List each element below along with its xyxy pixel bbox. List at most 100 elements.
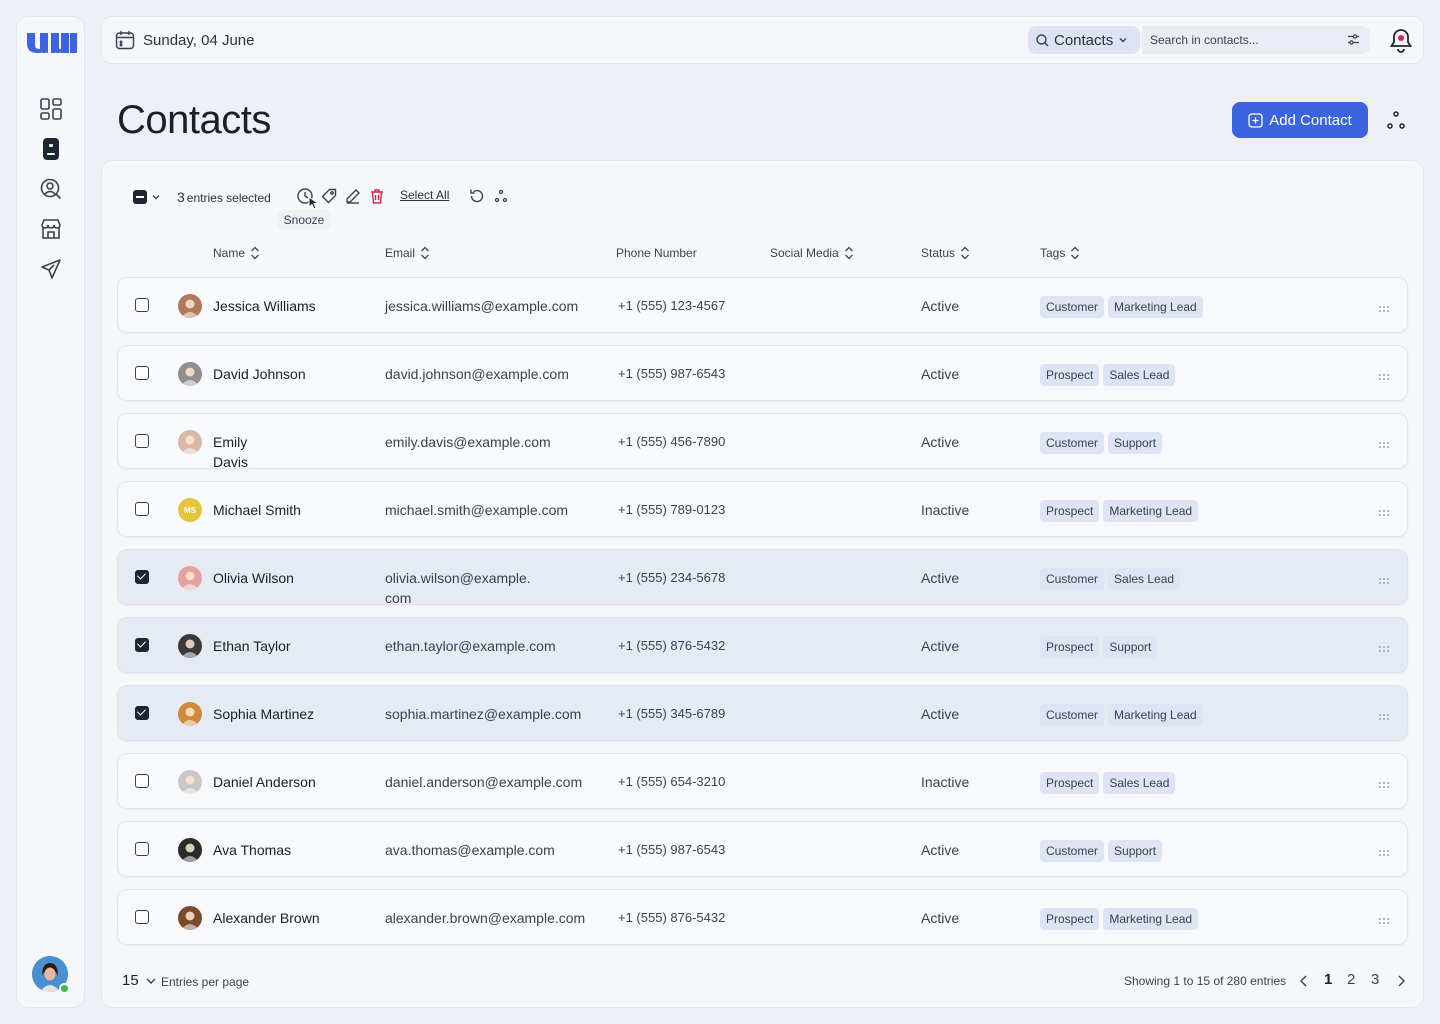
contact-avatar	[178, 566, 202, 590]
tag-chip[interactable]: Customer	[1040, 432, 1105, 454]
column-header-name[interactable]: Name	[213, 246, 260, 260]
row-checkbox[interactable]	[135, 910, 149, 924]
notification-bell-icon[interactable]	[1389, 28, 1413, 54]
tag-chip[interactable]: Sales Lead	[1108, 568, 1181, 590]
nav-send-icon[interactable]	[39, 257, 63, 281]
contact-row[interactable]: Olivia Wilson olivia.wilson@example. com +…	[117, 549, 1408, 606]
user-avatar[interactable]	[32, 956, 70, 994]
tag-chip[interactable]: Customer	[1040, 704, 1105, 726]
column-header-social-media[interactable]: Social Media	[770, 246, 854, 260]
search-scope-dropdown[interactable]: Contacts	[1028, 26, 1141, 54]
drag-handle-icon[interactable]	[1378, 436, 1390, 454]
tag-chip[interactable]: Support	[1108, 432, 1163, 454]
tag-chip[interactable]: Marketing Lead	[1103, 908, 1199, 930]
drag-handle-icon[interactable]	[1378, 640, 1390, 658]
sort-icon	[1071, 246, 1080, 260]
column-header-phone[interactable]: Phone Number	[616, 246, 697, 260]
sidebar	[16, 16, 85, 1008]
nav-contacts-icon[interactable]	[39, 137, 63, 161]
column-header-tags[interactable]: Tags	[1040, 246, 1080, 260]
brand-logo[interactable]	[25, 29, 78, 57]
row-checkbox[interactable]	[135, 366, 149, 380]
chevron-right-icon[interactable]	[1395, 974, 1407, 988]
refresh-icon	[470, 189, 484, 203]
page-1-button[interactable]: 1	[1324, 971, 1332, 988]
row-checkbox[interactable]	[135, 638, 149, 652]
more-actions-button[interactable]	[491, 186, 511, 206]
column-header-email[interactable]: Email	[385, 246, 430, 260]
tag-chip[interactable]: Prospect	[1040, 364, 1100, 386]
search-input[interactable]	[1142, 33, 1332, 47]
contact-row[interactable]: David Johnson david.johnson@example.com +1…	[117, 345, 1408, 401]
contact-row[interactable]: Ava Thomas ava.thomas@example.com +1 (555)…	[117, 821, 1408, 877]
contact-row[interactable]: Emily Davis emily.davis@example.com +1 (55…	[117, 413, 1408, 470]
tag-chip[interactable]: Marketing Lead	[1108, 704, 1203, 726]
tag-chip[interactable]: Customer	[1040, 296, 1105, 318]
row-checkbox[interactable]	[135, 842, 149, 856]
page-3-button[interactable]: 3	[1371, 971, 1379, 988]
contact-email: emily.davis@example.com	[385, 434, 551, 450]
contact-row[interactable]: Ethan Taylor ethan.taylor@example.com +1 (…	[117, 617, 1408, 673]
contact-phone: +1 (555) 987-6543	[618, 842, 726, 857]
contact-name: Daniel Anderson	[213, 774, 316, 790]
drag-handle-icon[interactable]	[1378, 368, 1390, 386]
add-contact-button[interactable]: Add Contact	[1232, 102, 1368, 138]
row-checkbox[interactable]	[135, 298, 149, 312]
tag-chip[interactable]: Marketing Lead	[1103, 500, 1199, 522]
tag-chip[interactable]: Prospect	[1040, 772, 1100, 794]
tag-chip[interactable]: Prospect	[1040, 908, 1100, 930]
drag-handle-icon[interactable]	[1378, 776, 1390, 794]
select-all-link[interactable]: Select All	[400, 188, 449, 202]
tag-chip[interactable]: Prospect	[1040, 636, 1100, 658]
row-checkbox[interactable]	[135, 570, 149, 584]
column-header-label: Phone Number	[616, 246, 697, 260]
row-checkbox[interactable]	[135, 434, 149, 448]
contact-tags: Prospect Sales Lead	[1040, 364, 1176, 386]
drag-handle-icon[interactable]	[1378, 844, 1390, 862]
contact-row[interactable]: MS Michael Smith michael.smith@example.com…	[117, 481, 1408, 537]
drag-handle-icon[interactable]	[1378, 300, 1390, 318]
tag-chip[interactable]: Prospect	[1040, 500, 1100, 522]
chevron-left-icon[interactable]	[1298, 974, 1310, 988]
chevron-down-icon[interactable]	[151, 192, 161, 202]
sort-icon	[961, 246, 969, 260]
tag-chip[interactable]: Support	[1108, 840, 1163, 862]
delete-button[interactable]	[367, 186, 387, 206]
filter-sliders-icon[interactable]	[1347, 33, 1360, 46]
column-header-status[interactable]: Status	[921, 246, 970, 260]
contact-row[interactable]: Daniel Anderson daniel.anderson@example.c…	[117, 753, 1408, 809]
nav-store-icon[interactable]	[39, 217, 63, 241]
contact-phone: +1 (555) 456-7890	[618, 434, 726, 449]
row-checkbox[interactable]	[135, 706, 149, 720]
edit-button[interactable]	[343, 186, 363, 206]
tag-chip[interactable]: Support	[1103, 636, 1158, 658]
drag-handle-icon[interactable]	[1378, 708, 1390, 726]
contact-row[interactable]: Jessica Williams jessica.williams@example…	[117, 277, 1408, 333]
contact-name: Sophia Martinez	[213, 706, 315, 722]
row-checkbox[interactable]	[135, 502, 149, 516]
page-2-button[interactable]: 2	[1347, 971, 1355, 988]
sort-icon	[251, 246, 259, 260]
selected-number: 3	[177, 189, 185, 205]
drag-handle-icon[interactable]	[1378, 912, 1390, 930]
tag-chip[interactable]: Marketing Lead	[1108, 296, 1203, 318]
drag-handle-icon[interactable]	[1378, 572, 1390, 590]
bulk-select-checkbox[interactable]	[133, 190, 147, 204]
entries-per-page-select[interactable]: 15	[122, 972, 157, 989]
contact-row[interactable]: Alexander Brown alexander.brown@example.c…	[117, 889, 1408, 945]
tag-chip[interactable]: Sales Lead	[1103, 364, 1176, 386]
tag-chip[interactable]: Customer	[1040, 568, 1105, 590]
nav-user-search-icon[interactable]	[39, 177, 63, 201]
contact-name: David Johnson	[213, 366, 306, 382]
nav-dashboard-icon[interactable]	[39, 97, 63, 121]
plus-square-icon	[1248, 112, 1263, 128]
row-checkbox[interactable]	[135, 774, 149, 788]
contact-phone: +1 (555) 987-6543	[618, 366, 726, 381]
drag-handle-icon[interactable]	[1378, 504, 1390, 522]
contact-row[interactable]: Sophia Martinez sophia.martinez@example.c…	[117, 685, 1408, 741]
more-options-icon[interactable]	[1385, 110, 1407, 132]
tag-chip[interactable]: Customer	[1040, 840, 1105, 862]
tag-button[interactable]	[319, 186, 339, 206]
tag-chip[interactable]: Sales Lead	[1103, 772, 1176, 794]
refresh-button[interactable]	[467, 186, 487, 206]
